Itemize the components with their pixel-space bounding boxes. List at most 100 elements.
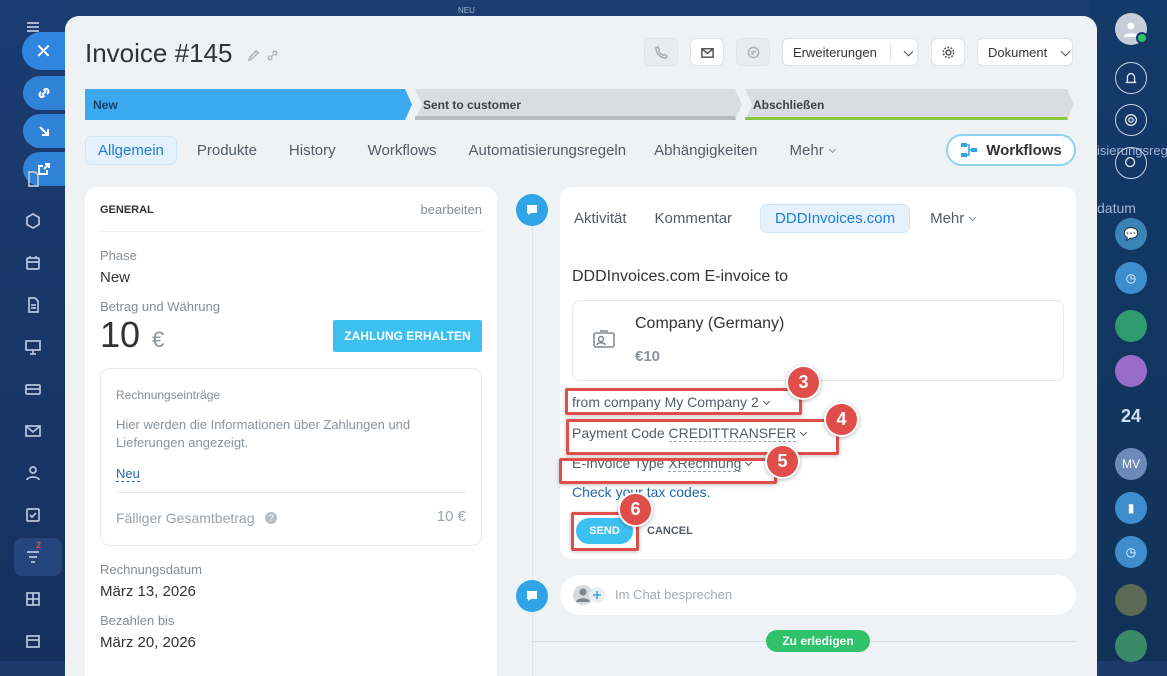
avatar-mv[interactable]: MV <box>1115 448 1147 480</box>
stage-bar: New Sent to customer Abschließen <box>85 89 1075 120</box>
tab-kommentar[interactable]: Kommentar <box>655 210 733 227</box>
help-icon[interactable]: ? <box>265 512 277 524</box>
annotation-box-from-company <box>565 388 802 415</box>
chat-input[interactable]: Im Chat besprechen <box>560 575 1076 615</box>
tab-automatisierungsregeln[interactable]: Automatisierungsregeln <box>469 142 627 159</box>
tab-mehr-activity[interactable]: Mehr <box>930 210 977 227</box>
avatar-photo[interactable] <box>1115 355 1147 387</box>
calendar-icon[interactable] <box>20 250 46 276</box>
dokument-button[interactable]: Dokument <box>977 38 1073 66</box>
entries-title: Rechnungseinträge <box>116 388 221 402</box>
phase-label: Phase <box>100 248 137 263</box>
funnel-nav-active[interactable]: 2 <box>14 538 62 576</box>
bitrix24-icon[interactable]: 24 <box>1115 400 1147 432</box>
chat-dot-icon <box>516 580 548 612</box>
search-chat-icon[interactable] <box>1115 147 1147 179</box>
pencil-icon[interactable] <box>247 49 260 62</box>
grid-icon[interactable] <box>20 586 46 612</box>
tab-produkte[interactable]: Produkte <box>197 142 257 159</box>
link-icon[interactable] <box>23 76 65 110</box>
invoice-date-label: Rechnungsdatum <box>100 562 202 577</box>
stage-abschliessen[interactable]: Abschließen <box>745 89 824 120</box>
clock-user-icon-2[interactable]: ◷ <box>1115 536 1147 568</box>
general-heading: GENERAL <box>100 204 154 216</box>
activity-tabs: Aktivität Kommentar DDDInvoices.com Mehr <box>574 204 977 233</box>
invoice-date-value: März 13, 2026 <box>100 583 196 600</box>
people-icon[interactable] <box>20 460 46 486</box>
avatar-photo-2[interactable] <box>1115 584 1147 616</box>
card-icon[interactable] <box>20 376 46 402</box>
general-card: GENERAL bearbeiten Phase New Betrag und … <box>85 187 497 676</box>
dokument-label: Dokument <box>988 44 1048 60</box>
title-actions <box>247 49 279 62</box>
file-icon[interactable] <box>20 292 46 318</box>
checklist-icon[interactable] <box>20 502 46 528</box>
presentation-icon[interactable] <box>20 334 46 360</box>
clock-user-icon[interactable]: ◷ <box>1115 262 1147 294</box>
new-entry-link[interactable]: Neu <box>116 466 140 482</box>
settings-button[interactable] <box>931 38 965 66</box>
todo-badge: Zu erledigen <box>766 630 870 652</box>
invoice-panel: Invoice #145 Erweiterungen Dokument New … <box>65 16 1097 676</box>
annotation-number-4: 4 <box>824 402 859 437</box>
add-participant-icon[interactable] <box>572 584 606 606</box>
close-slider-button[interactable]: ✕ <box>22 32 65 70</box>
pay-until-label: Bezahlen bis <box>100 613 175 628</box>
tab-aktivitaet[interactable]: Aktivität <box>574 210 627 227</box>
bell-icon[interactable] <box>1115 62 1147 94</box>
shield-icon[interactable] <box>20 208 46 234</box>
avatar-green[interactable] <box>1115 310 1147 342</box>
stage-new-shape[interactable] <box>85 89 412 120</box>
right-partial-text-2: datum <box>1097 200 1136 216</box>
workflow-icon <box>961 143 978 157</box>
arrow-down-right-icon[interactable] <box>23 114 65 148</box>
page-title: Invoice #145 <box>85 38 233 68</box>
stage-shapes <box>85 89 1074 120</box>
bookmark-icon[interactable]: ▮ <box>1115 492 1147 524</box>
document-icon[interactable] <box>20 166 46 192</box>
annotation-number-3: 3 <box>786 365 821 400</box>
chevron-down-icon <box>969 213 977 222</box>
archive-icon[interactable] <box>20 628 46 654</box>
einvoice-heading: DDDInvoices.com E-invoice to <box>572 268 789 285</box>
funnel-icon <box>20 544 46 570</box>
chevron-down-icon <box>828 145 836 153</box>
tab-abhaengigkeiten[interactable]: Abhängigkeiten <box>654 142 757 159</box>
target-icon[interactable] <box>1115 104 1147 136</box>
mail-icon[interactable] <box>20 418 46 444</box>
amount-label: Betrag und Währung <box>100 299 220 314</box>
phone-button[interactable] <box>644 38 678 66</box>
edit-link[interactable]: bearbeiten <box>421 202 482 217</box>
chevron-down-icon <box>1060 46 1071 57</box>
entries-text: Hier werden die Informationen über Zahlu… <box>116 417 411 450</box>
tab-allgemein[interactable]: Allgemein <box>85 135 177 165</box>
cancel-button[interactable]: CANCEL <box>647 525 693 537</box>
erweiterungen-label: Erweiterungen <box>793 44 877 60</box>
currency: € <box>152 327 165 352</box>
chat-avatar-icon[interactable]: 💬 <box>1115 218 1147 250</box>
top-strip <box>65 0 1090 16</box>
recipient-box: Company (Germany) €10 <box>572 300 1064 381</box>
stage-sent-to-customer[interactable]: Sent to customer <box>415 89 521 120</box>
erweiterungen-button[interactable]: Erweiterungen <box>782 38 918 66</box>
main-tabs: Allgemein Produkte History Workflows Aut… <box>85 135 836 165</box>
chevron-down-icon <box>903 46 914 57</box>
tab-dddinvoices[interactable]: DDDInvoices.com <box>760 204 911 233</box>
tab-workflows[interactable]: Workflows <box>368 142 437 159</box>
contact-card-icon <box>593 330 615 348</box>
tab-history[interactable]: History <box>289 142 336 159</box>
link-icon[interactable] <box>266 49 279 62</box>
email-button[interactable] <box>690 38 724 66</box>
payment-received-button[interactable]: ZAHLUNG ERHALTEN <box>333 320 482 352</box>
online-indicator <box>1136 32 1148 44</box>
phase-value: New <box>100 269 131 286</box>
avatar-green-2[interactable] <box>1115 630 1147 662</box>
annotation-number-6: 6 <box>618 492 653 527</box>
chat-placeholder: Im Chat besprechen <box>615 587 733 602</box>
entries-box: Rechnungseinträge Hier werden die Inform… <box>100 368 482 546</box>
workflows-button[interactable]: Workflows <box>946 134 1076 166</box>
chat-button[interactable] <box>736 38 770 66</box>
stage-new[interactable]: New <box>85 89 118 120</box>
tab-mehr[interactable]: Mehr <box>790 142 836 159</box>
annotation-number-5: 5 <box>765 444 800 479</box>
